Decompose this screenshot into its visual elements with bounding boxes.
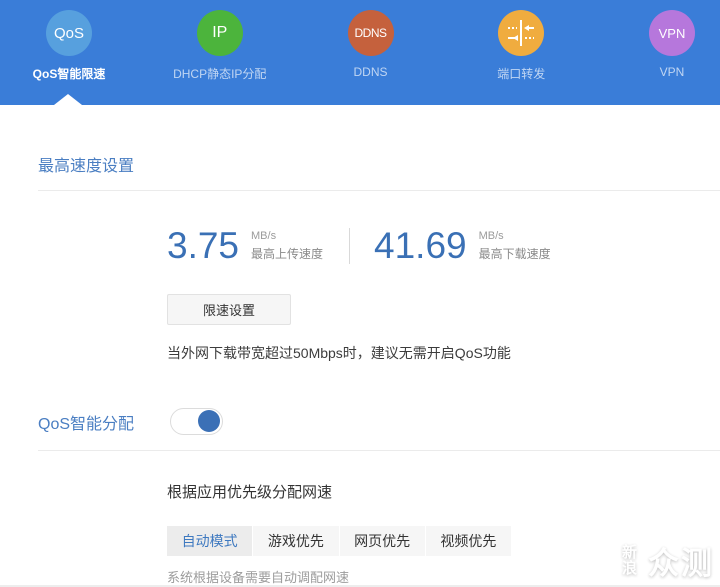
section-divider [38,450,720,451]
speed-limit-settings-button[interactable]: 限速设置 [167,294,291,325]
tab-game-priority[interactable]: 游戏优先 [253,526,339,556]
nav-label-vpn: VPN [660,65,685,79]
nav-item-qos[interactable]: QoS QoS智能限速 [24,10,114,105]
nav-label-ddns: DDNS [353,65,387,79]
max-speed-section-title: 最高速度设置 [38,152,720,176]
qos-allocation-toggle[interactable] [170,408,223,435]
speed-separator [349,228,350,264]
toggle-knob [198,410,220,432]
upload-speed-value: 3.75 [167,227,239,264]
upload-speed-block: 3.75 MB/s 最高上传速度 [167,227,323,264]
active-tab-pointer [54,94,82,105]
nav-item-port-forward[interactable]: 端口转发 [476,10,566,105]
tab-web-priority[interactable]: 网页优先 [340,526,426,556]
qos-icon: QoS [46,10,92,56]
watermark-char-1: 新 [622,545,637,561]
download-speed-value: 41.69 [374,227,467,264]
nav-label-port-forward: 端口转发 [497,65,545,82]
nav-item-ddns[interactable]: DDNS DDNS [326,10,416,105]
port-forward-icon [498,10,544,56]
qos-allocation-row: QoS智能分配 [38,408,720,435]
priority-subtitle: 根据应用优先级分配网速 [167,481,720,502]
upload-speed-label: 最高上传速度 [251,245,323,262]
speed-readout-row: 3.75 MB/s 最高上传速度 41.69 MB/s 最高下载速度 [167,227,720,264]
auto-mode-description: 系统根据设备需要自动调配网速 [167,567,720,586]
upload-speed-unit: MB/s [251,230,323,242]
speed-advice-note: 当外网下载带宽超过50Mbps时，建议无需开启QoS功能 [167,343,720,363]
nav-label-qos: QoS智能限速 [33,65,106,82]
ddns-icon: DDNS [348,10,394,56]
priority-mode-tabs: 自动模式 游戏优先 网页优先 视频优先 [167,526,511,556]
vpn-icon: VPN [649,10,695,56]
tab-auto-mode[interactable]: 自动模式 [167,526,253,556]
top-nav-bar: QoS QoS智能限速 IP DHCP静态IP分配 DDNS DDNS 端口转发… [0,0,720,105]
tab-video-priority[interactable]: 视频优先 [426,526,511,556]
download-speed-unit: MB/s [479,230,551,242]
nav-label-dhcp: DHCP静态IP分配 [173,65,266,82]
ip-icon: IP [197,10,243,56]
nav-item-dhcp[interactable]: IP DHCP静态IP分配 [175,10,265,105]
qos-allocation-title: QoS智能分配 [38,410,134,434]
download-speed-label: 最高下载速度 [479,245,551,262]
download-speed-block: 41.69 MB/s 最高下载速度 [374,227,551,264]
section-divider [38,190,720,191]
nav-item-vpn[interactable]: VPN VPN [627,10,717,105]
